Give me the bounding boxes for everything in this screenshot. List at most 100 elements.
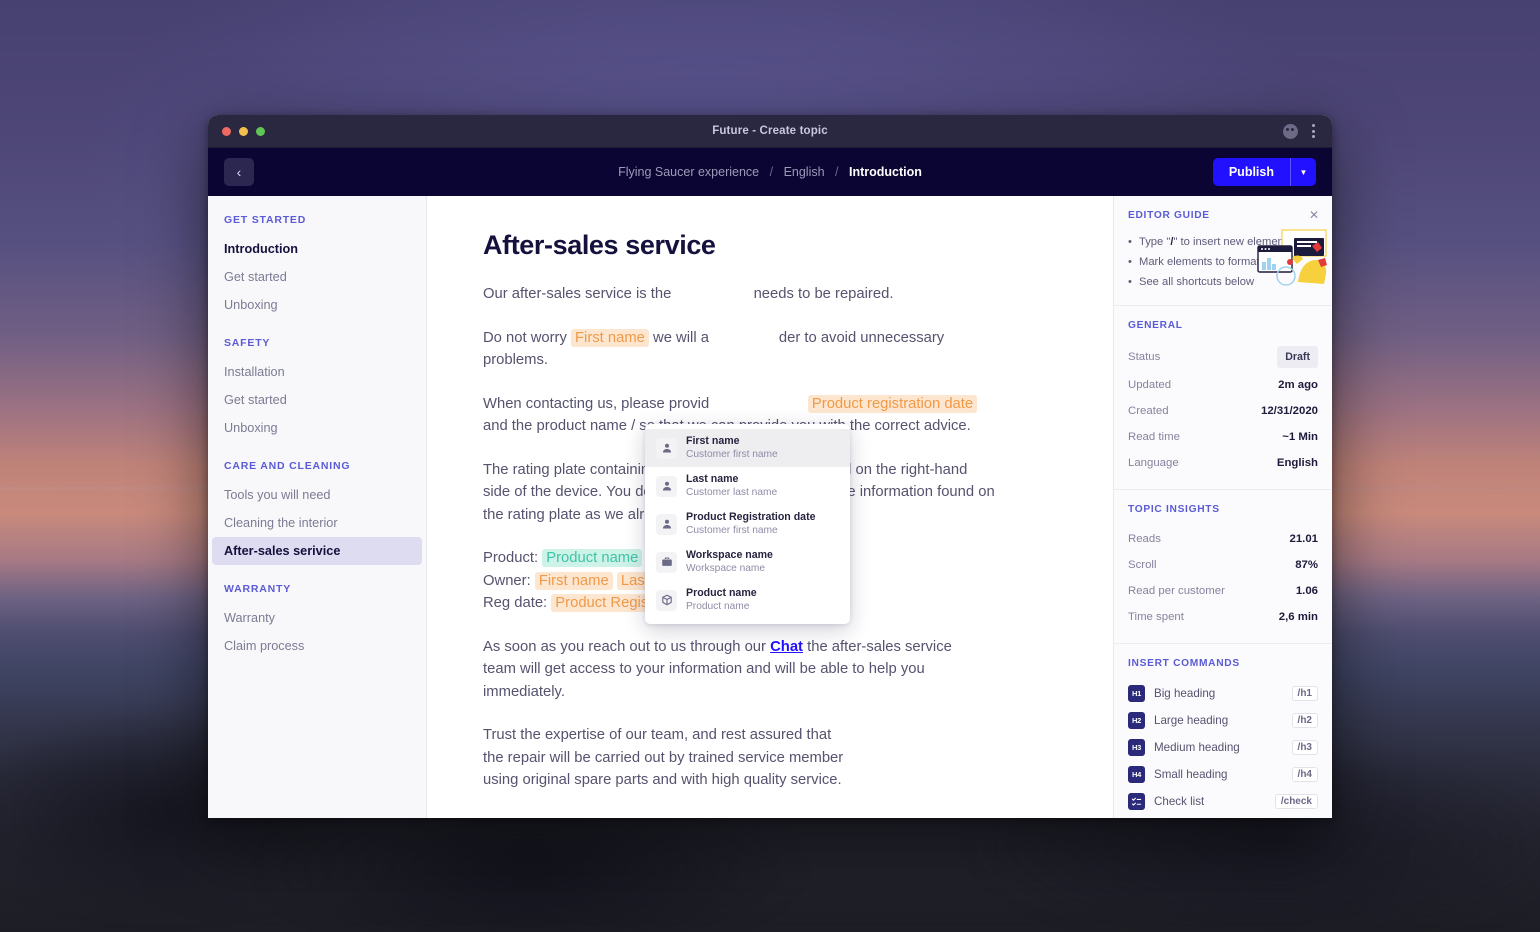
back-button[interactable]: ‹ [224, 158, 254, 186]
sidebar-item-unboxing[interactable]: Unboxing [208, 291, 426, 319]
sidebar-item-warranty[interactable]: Warranty [208, 604, 426, 632]
row-value: 1.06 [1295, 585, 1318, 597]
topic-insights-title: TOPIC INSIGHTS [1128, 504, 1220, 515]
slash-menu-item-text: Product name Product name [686, 587, 757, 613]
row-key: Read time [1128, 431, 1180, 443]
h1-icon: H1 [1128, 685, 1145, 702]
status-badge: Draft [1277, 346, 1318, 368]
command-label: Small heading [1154, 768, 1228, 781]
insert-command-small-heading[interactable]: H4 Small heading /h4 [1128, 761, 1318, 788]
publish-button-group: Publish ▼ [1212, 158, 1316, 186]
sidebar-item-claim-process[interactable]: Claim process [208, 632, 426, 660]
command-shortcut: /h4 [1291, 767, 1318, 782]
sidebar-item-cleaning-the-interior[interactable]: Cleaning the interior [208, 509, 426, 537]
insert-command-large-heading[interactable]: H2 Large heading /h2 [1128, 707, 1318, 734]
document-editor[interactable]: After-sales service Our after-sales serv… [427, 196, 1113, 818]
close-icon[interactable]: ✕ [1309, 209, 1319, 221]
row-value: 2m ago [1278, 379, 1318, 391]
row-value: ~1 Min [1282, 431, 1318, 443]
sidebar-item-introduction[interactable]: Introduction [208, 235, 426, 263]
paragraph-chat: As soon as you reach out to us through o… [483, 636, 983, 704]
insert-command-big-heading[interactable]: H1 Big heading /h1 [1128, 680, 1318, 707]
insight-row-read-per-customer: Read per customer 1.06 [1128, 578, 1318, 604]
slash-menu-item-product-registration-date[interactable]: Product Registration date Customer first… [645, 505, 850, 543]
nav-group-title: GET STARTED [224, 214, 307, 226]
slash-command-menu[interactable]: First name Customer first name Last name… [645, 424, 850, 624]
slash-item-subtitle: Customer last name [686, 487, 778, 498]
command-label: Check list [1154, 795, 1205, 808]
checklist-icon [1128, 793, 1145, 810]
h4-icon: H4 [1128, 766, 1145, 783]
titlebar-actions [1283, 123, 1315, 139]
sidebar-item-get-started[interactable]: Get started [208, 263, 426, 291]
kebab-menu-icon[interactable] [1312, 124, 1315, 138]
insert-command-medium-heading[interactable]: H3 Medium heading /h3 [1128, 734, 1318, 761]
text-run: Our after-sales service is the [483, 286, 672, 302]
insert-commands-section[interactable]: INSERT COMMANDS H1 Big heading /h1 H2 La… [1114, 644, 1332, 818]
person-icon [656, 437, 677, 459]
insert-command-table[interactable]: Table /table [1128, 815, 1318, 818]
slash-menu-item-text: First name Customer first name [686, 435, 778, 461]
text-run: As soon as you reach out to us through o… [483, 638, 766, 655]
slash-menu-item-workspace-name[interactable]: Workspace name Workspace name [645, 543, 850, 581]
general-title: GENERAL [1128, 320, 1183, 331]
row-key: Updated [1128, 379, 1172, 391]
insight-row-scroll: Scroll 87% [1128, 552, 1318, 578]
editor-guide-illustration [1256, 224, 1332, 286]
help-circle-icon[interactable] [1283, 123, 1298, 139]
slash-item-title: Product Registration date [686, 511, 816, 523]
text-run: we will a [653, 329, 709, 346]
breadcrumb-item-current: Introduction [849, 165, 922, 179]
insight-row-reads: Reads 21.01 [1128, 526, 1318, 552]
chat-link[interactable]: Chat [770, 639, 803, 655]
slash-item-title: Workspace name [686, 549, 773, 561]
command-shortcut: /h3 [1291, 740, 1318, 755]
sidebar-item-unboxing-safety[interactable]: Unboxing [208, 414, 426, 442]
sidebar-item-installation[interactable]: Installation [208, 358, 426, 386]
slash-menu-item-text: Last name Customer last name [686, 473, 777, 499]
slash-menu-item-last-name[interactable]: Last name Customer last name [645, 467, 850, 505]
breadcrumb-item-workspace[interactable]: Flying Saucer experience [618, 165, 759, 179]
app-window: Future - Create topic ‹ Flying Saucer ex… [208, 115, 1332, 818]
slash-menu-item-product-name[interactable]: Product name Product name [645, 581, 850, 619]
command-shortcut: /check [1274, 794, 1318, 809]
paragraph-do-not-worry: Do not worry First name we will a der to… [483, 327, 993, 372]
slash-item-subtitle: Workspace name [686, 563, 766, 574]
sidebar-item-tools-you-will-need[interactable]: Tools you will need [208, 481, 426, 509]
row-key: Time spent [1128, 611, 1184, 623]
row-key: Scroll [1128, 559, 1157, 571]
row-key: Language [1128, 457, 1179, 469]
breadcrumb-separator: / [769, 165, 774, 179]
insert-command-check-list[interactable]: Check list /check [1128, 788, 1318, 815]
slash-menu-item-first-name[interactable]: First name Customer first name [645, 429, 850, 467]
command-shortcut: /h1 [1291, 686, 1318, 701]
sidebar-navigation: GET STARTED Introduction Get started Unb… [208, 196, 427, 818]
slash-item-title: First name [686, 435, 740, 447]
slash-item-subtitle: Customer first name [686, 449, 778, 460]
person-icon [656, 475, 677, 497]
page-title: After-sales service [483, 230, 716, 260]
publish-dropdown-caret-icon[interactable]: ▼ [1290, 158, 1316, 186]
sidebar-item-get-started-safety[interactable]: Get started [208, 386, 426, 414]
breadcrumb-item-language[interactable]: English [784, 165, 825, 179]
variable-tag-first-name[interactable]: First name [534, 571, 613, 590]
row-value: 12/31/2020 [1260, 405, 1318, 417]
text-run: Do not worry [483, 329, 567, 346]
app-body: GET STARTED Introduction Get started Unb… [208, 196, 1332, 818]
window-title: Future - Create topic [712, 125, 828, 137]
general-row-read-time: Read time ~1 Min [1128, 424, 1318, 450]
row-key: Created [1128, 405, 1169, 417]
variable-tag-product-name[interactable]: Product name [542, 549, 643, 567]
briefcase-icon [656, 551, 677, 573]
sidebar-item-after-sales-service[interactable]: After-sales serivice [212, 537, 422, 565]
right-panel: EDITOR GUIDE ✕ Type "/" to insert new el… [1113, 196, 1332, 818]
variable-tag-product-registration-date[interactable]: Product registration date [807, 394, 978, 413]
text-run: When contacting us, please provid [483, 395, 710, 412]
text-run: the repair will be carried out by traine… [483, 749, 844, 766]
publish-button[interactable]: Publish [1212, 158, 1290, 186]
variable-tag-first-name[interactable]: First name [571, 328, 649, 347]
text-run: using original spare parts and with high… [483, 772, 842, 788]
text-run: Trust the expertise of our team, and res… [483, 727, 832, 743]
